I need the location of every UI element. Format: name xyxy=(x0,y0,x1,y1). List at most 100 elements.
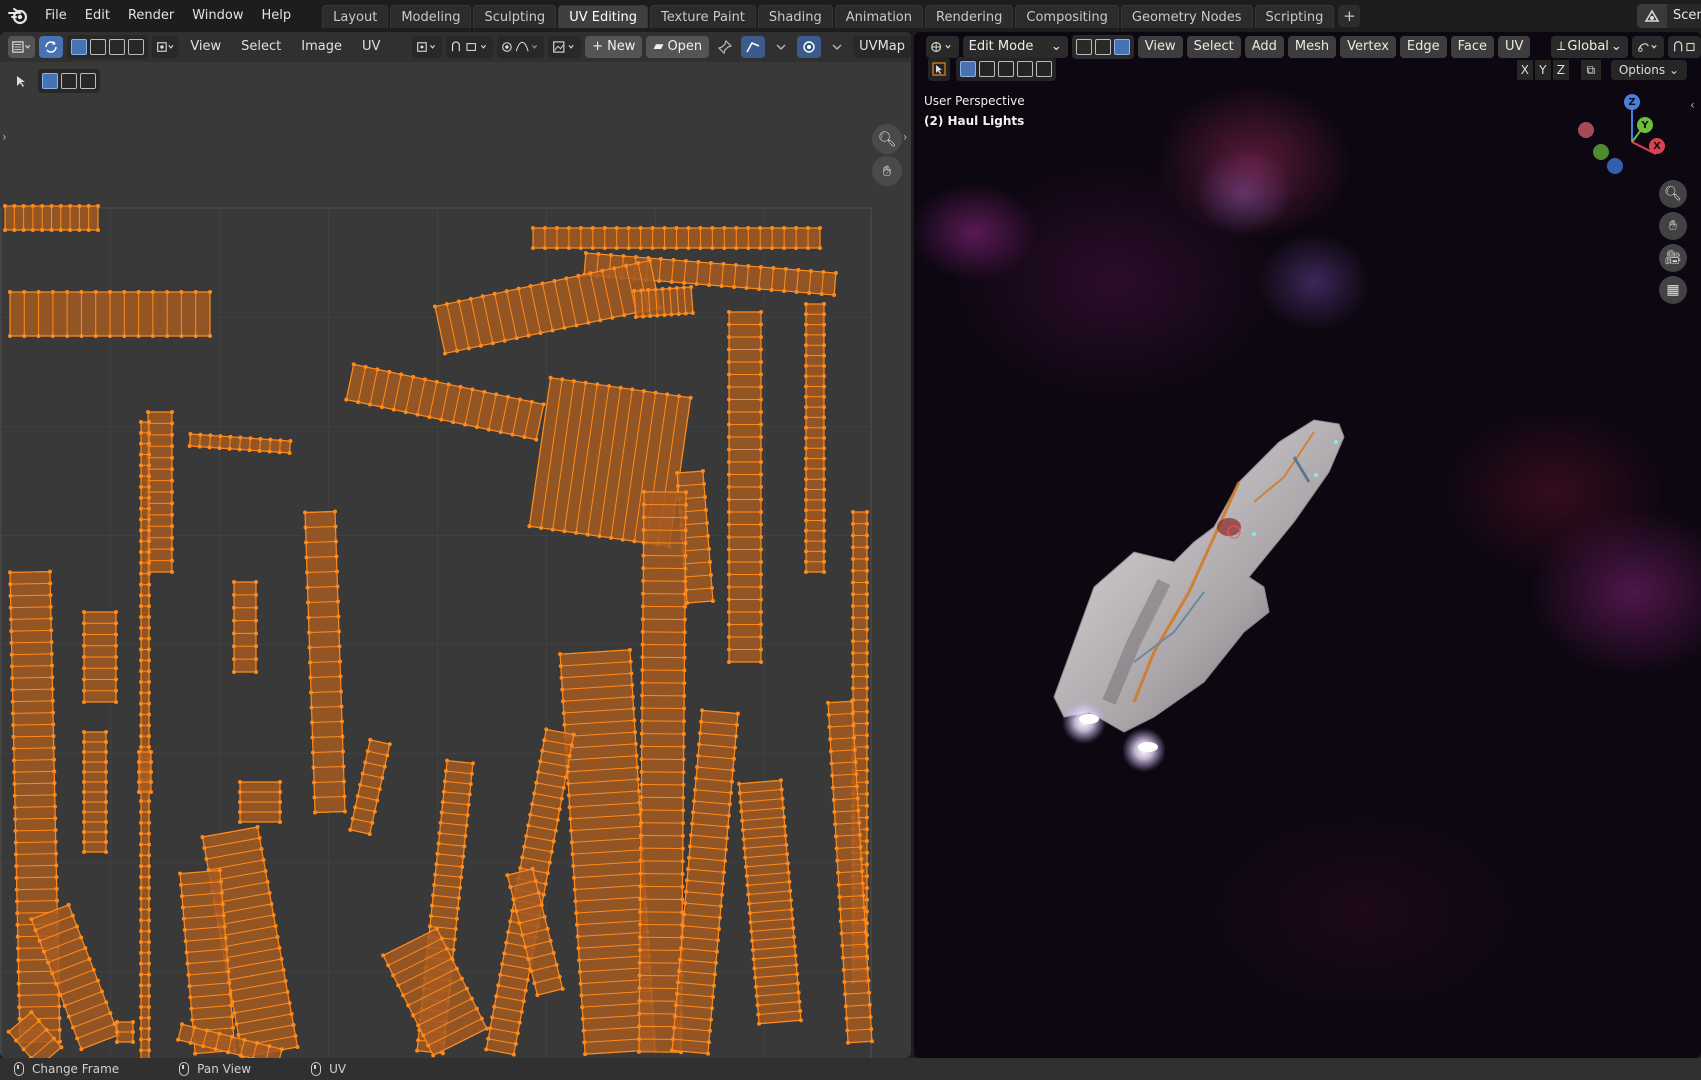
uv-vertex[interactable] xyxy=(170,410,174,414)
uv-vertex[interactable] xyxy=(22,334,27,338)
uv-vertex[interactable] xyxy=(278,438,283,443)
uv-vertex[interactable] xyxy=(139,420,143,424)
uv-vertex[interactable] xyxy=(632,289,637,294)
uv-vertex[interactable] xyxy=(822,518,826,523)
uv-vertex[interactable] xyxy=(837,894,842,899)
uv-vertex[interactable] xyxy=(381,953,386,958)
uv-vertex[interactable] xyxy=(582,1040,587,1045)
uv-vertex[interactable] xyxy=(443,351,448,356)
uv-vertex[interactable] xyxy=(792,935,797,940)
uv-vertex[interactable] xyxy=(306,615,311,620)
uv-vertex[interactable] xyxy=(804,549,808,554)
uv-vertex[interactable] xyxy=(851,723,856,728)
uv-vertex[interactable] xyxy=(727,485,731,489)
uv-vertex[interactable] xyxy=(865,639,869,644)
uv-vertex[interactable] xyxy=(131,1040,135,1044)
uv-vertex[interactable] xyxy=(759,497,763,502)
uv-vertex[interactable] xyxy=(502,951,507,956)
uv-vertex[interactable] xyxy=(822,332,826,337)
uv-vertex[interactable] xyxy=(14,864,19,869)
axis-y-icon[interactable]: Y xyxy=(1637,117,1653,133)
uv-vertex[interactable] xyxy=(54,863,59,868)
uv-vertex[interactable] xyxy=(804,518,808,523)
uv-vertex[interactable] xyxy=(8,593,13,598)
uv-vertex[interactable] xyxy=(488,1026,493,1031)
uv-vertex[interactable] xyxy=(44,1027,49,1032)
uv-vertex[interactable] xyxy=(137,770,141,774)
uv-vertex[interactable] xyxy=(854,772,859,777)
uv-vertex[interactable] xyxy=(713,960,718,965)
uv-vertex[interactable] xyxy=(640,617,645,622)
uv-vertex[interactable] xyxy=(387,369,392,374)
uv-vertex[interactable] xyxy=(82,820,86,824)
uv-vertex[interactable] xyxy=(753,984,758,989)
vp-menu-add[interactable]: Add xyxy=(1244,36,1284,58)
uv-vertex[interactable] xyxy=(836,870,841,875)
uv-vertex[interactable] xyxy=(560,687,565,692)
uv-vertex[interactable] xyxy=(561,699,566,704)
uv-vertex[interactable] xyxy=(727,397,731,402)
uv-vertex[interactable] xyxy=(442,779,447,784)
uv-vertex[interactable] xyxy=(851,615,855,620)
uv-vertex[interactable] xyxy=(79,290,84,294)
uv-vertex[interactable] xyxy=(232,605,236,610)
uv-vertex[interactable] xyxy=(822,343,826,348)
uv-vertex[interactable] xyxy=(578,981,583,986)
uv-island[interactable] xyxy=(632,285,695,319)
uv-vertex[interactable] xyxy=(689,285,694,290)
uv-vertex[interactable] xyxy=(504,289,509,294)
uv-vertex[interactable] xyxy=(843,992,848,997)
uv-vertex[interactable] xyxy=(757,286,762,291)
uv-vertex[interactable] xyxy=(303,525,308,530)
uv-vertex[interactable] xyxy=(82,770,86,774)
uv-vertex[interactable] xyxy=(727,372,731,377)
uv-vertex[interactable] xyxy=(788,889,793,894)
uv-vertex[interactable] xyxy=(641,314,646,319)
uv-vertex[interactable] xyxy=(727,360,731,364)
uv-vertex[interactable] xyxy=(757,1021,762,1026)
uv-vertex[interactable] xyxy=(567,753,572,758)
uv-vertex[interactable] xyxy=(759,397,763,402)
uv-vertex[interactable] xyxy=(179,882,184,887)
uv-vertex[interactable] xyxy=(147,929,151,934)
spaceship-model[interactable] xyxy=(1014,412,1414,792)
uv-vertex[interactable] xyxy=(254,618,258,623)
uv-vertex[interactable] xyxy=(516,286,521,291)
uv-vertex[interactable] xyxy=(3,204,7,208)
uv-vertex[interactable] xyxy=(788,898,793,903)
uv-vertex[interactable] xyxy=(12,758,17,763)
uv-vertex[interactable] xyxy=(683,553,688,558)
uv-vertex[interactable] xyxy=(220,902,225,907)
uv-vertex[interactable] xyxy=(852,747,857,752)
uv-vertex[interactable] xyxy=(677,969,682,974)
uv-vertex[interactable] xyxy=(624,263,629,268)
uv-vertex[interactable] xyxy=(490,341,495,346)
uv-vertex[interactable] xyxy=(49,663,54,668)
uv-vertex[interactable] xyxy=(137,780,141,784)
mirror-y-button[interactable]: Y xyxy=(1534,60,1551,80)
uv-vertex[interactable] xyxy=(858,845,863,850)
uv-vertex[interactable] xyxy=(698,731,703,736)
uv-vertex[interactable] xyxy=(851,521,855,526)
uv-vertex[interactable] xyxy=(232,670,236,674)
uv-vertex[interactable] xyxy=(639,795,644,800)
uv-vertex[interactable] xyxy=(524,834,529,839)
uv-vertex[interactable] xyxy=(641,578,646,583)
uv-vertex[interactable] xyxy=(437,831,442,836)
uv-vertex[interactable] xyxy=(787,879,792,884)
uv-vertex[interactable] xyxy=(170,455,174,460)
uv-vertex[interactable] xyxy=(519,1009,524,1014)
uv-vertex[interactable] xyxy=(733,263,738,268)
uv-vertex[interactable] xyxy=(520,933,525,938)
uv-vertex[interactable] xyxy=(104,790,108,794)
uv-vertex[interactable] xyxy=(729,779,734,784)
uv-vertex[interactable] xyxy=(759,372,763,377)
uv-vertex[interactable] xyxy=(86,228,91,232)
uv-vertex[interactable] xyxy=(149,750,153,754)
uv-vertex[interactable] xyxy=(865,521,869,526)
uv-vertex[interactable] xyxy=(707,1028,712,1033)
uv-vertex[interactable] xyxy=(367,832,372,837)
uv-vertex[interactable] xyxy=(271,912,276,917)
uv-vertex[interactable] xyxy=(753,975,758,980)
uv-vertex[interactable] xyxy=(444,301,449,306)
